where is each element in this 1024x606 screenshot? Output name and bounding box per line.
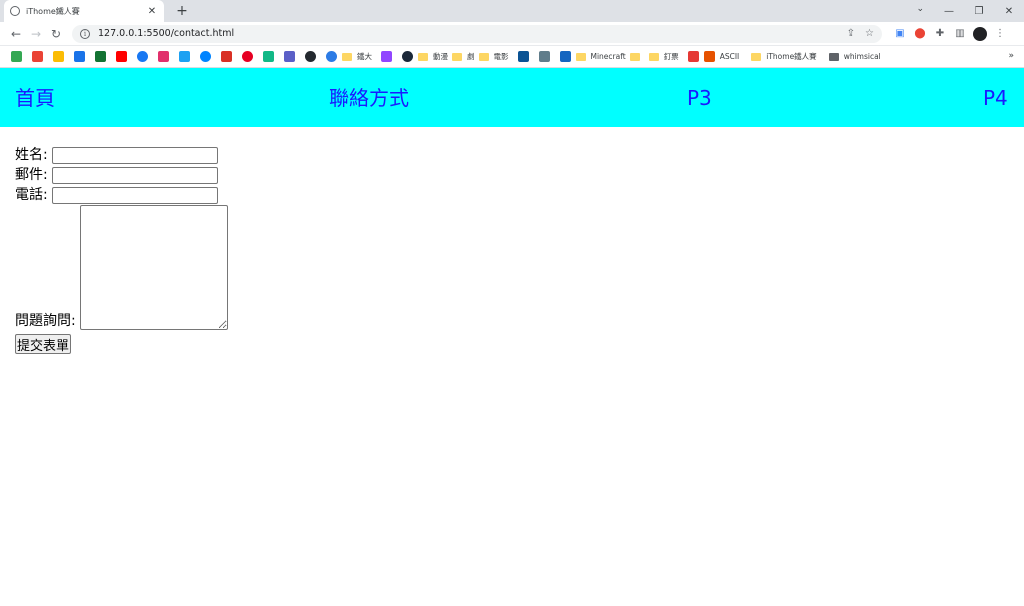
new-tab-button[interactable]: + bbox=[174, 2, 190, 20]
tab-strip: iThome鐵人賽 ✕ + ⌄ — ❐ ✕ bbox=[0, 0, 1024, 22]
question-row: 問題詢問: bbox=[15, 204, 228, 330]
url-text[interactable]: 127.0.0.1:5500/contact.html bbox=[98, 28, 837, 39]
phone-row: 電話: bbox=[15, 184, 228, 204]
browser-menu-icon[interactable]: ⋮ bbox=[990, 26, 1010, 42]
app4-bookmark-icon[interactable] bbox=[326, 51, 337, 62]
folder-icon bbox=[828, 52, 839, 61]
bookmark-folder[interactable]: iThome鐵人賽 bbox=[751, 51, 817, 62]
teams-bookmark-icon[interactable] bbox=[284, 51, 295, 62]
bookmark-folder[interactable]: 動漫 bbox=[418, 51, 448, 62]
app-bookmark-icon[interactable] bbox=[95, 51, 106, 62]
folder-icon bbox=[751, 52, 762, 61]
email-label: 郵件: bbox=[15, 167, 48, 183]
bookmark-folder[interactable]: 鐵大 bbox=[342, 51, 372, 62]
app3-bookmark-icon[interactable] bbox=[263, 51, 274, 62]
youtube-bookmark-icon[interactable] bbox=[116, 51, 127, 62]
folder-icon bbox=[575, 52, 586, 61]
app8-bookmark-icon[interactable] bbox=[687, 51, 699, 62]
reload-icon[interactable]: ↻ bbox=[46, 27, 66, 41]
bookmark-folder[interactable]: 釘票 bbox=[648, 51, 679, 62]
nav-p3-link[interactable]: P3 bbox=[687, 85, 712, 111]
globe-icon bbox=[10, 6, 20, 16]
app7-bookmark-icon[interactable] bbox=[559, 51, 571, 62]
ascii-icon bbox=[703, 51, 715, 62]
contact-form: 姓名: 郵件: 電話: 問題詢問: 提交表單 bbox=[15, 144, 228, 354]
site-nav: 首頁 聯絡方式 P3 P4 bbox=[0, 68, 1024, 127]
close-window-icon[interactable]: ✕ bbox=[994, 6, 1024, 17]
bookmark-folder[interactable]: 劇 bbox=[452, 51, 475, 62]
folder-icon bbox=[342, 52, 352, 61]
bookmark-label: 動漫 bbox=[433, 52, 448, 61]
twitch-bookmark-icon[interactable] bbox=[381, 51, 392, 62]
submit-button[interactable]: 提交表單 bbox=[15, 334, 72, 354]
github-bookmark-icon[interactable] bbox=[305, 51, 316, 62]
profile-avatar[interactable] bbox=[973, 26, 987, 41]
bookmark-label: 釘票 bbox=[663, 52, 679, 61]
tab-title: iThome鐵人賽 bbox=[26, 6, 80, 16]
back-icon[interactable]: ← bbox=[6, 27, 26, 41]
bookmark-label: whimsical bbox=[843, 52, 881, 61]
bookmarks-bar: 鐵大 動漫 劇 電影 Minecraft 釘票 ASCII iThome鐵人賽 … bbox=[0, 46, 1024, 68]
name-label: 姓名: bbox=[15, 147, 48, 163]
minimize-icon[interactable]: — bbox=[934, 6, 964, 17]
facebook-bookmark-icon[interactable] bbox=[137, 51, 148, 62]
question-textarea[interactable] bbox=[79, 205, 228, 330]
extensions-area: ▣ ⬤ ✚ ▥ ⋮ bbox=[890, 26, 1010, 42]
phone-input[interactable] bbox=[51, 187, 218, 204]
more-bookmarks-icon[interactable]: » bbox=[1008, 51, 1014, 61]
calendar-bookmark-icon[interactable] bbox=[74, 51, 85, 62]
close-tab-icon[interactable]: ✕ bbox=[146, 6, 158, 17]
bookmark-label: 劇 bbox=[467, 52, 475, 61]
app2-bookmark-icon[interactable] bbox=[221, 51, 232, 62]
forward-icon[interactable]: → bbox=[26, 27, 46, 41]
phone-label: 電話: bbox=[15, 187, 48, 203]
question-label: 問題詢問: bbox=[15, 313, 76, 329]
drive-bookmark-icon[interactable] bbox=[11, 51, 22, 62]
bookmark-label: 電影 bbox=[493, 52, 509, 61]
bookmark-label: Minecraft bbox=[590, 52, 626, 61]
folder-icon bbox=[648, 52, 659, 61]
slack-bookmark-icon[interactable] bbox=[53, 51, 64, 62]
folder-icon bbox=[418, 52, 428, 61]
gmail-bookmark-icon[interactable] bbox=[32, 51, 43, 62]
instagram-bookmark-icon[interactable] bbox=[158, 51, 169, 62]
nav-contact-link[interactable]: 聯絡方式 bbox=[329, 85, 409, 111]
bookmark-folder[interactable]: 電影 bbox=[478, 51, 509, 62]
bookmark-label: ASCII bbox=[719, 52, 740, 61]
bookmark-label: iThome鐵人賽 bbox=[766, 52, 817, 61]
messenger-bookmark-icon[interactable] bbox=[200, 51, 211, 62]
steam-bookmark-icon[interactable] bbox=[402, 51, 413, 62]
restore-icon[interactable]: ❐ bbox=[964, 6, 994, 17]
folder-icon bbox=[452, 52, 462, 61]
adblock-extension-icon[interactable]: ⬤ bbox=[910, 26, 930, 42]
translate-extension-icon[interactable]: ▣ bbox=[890, 26, 910, 42]
bookmark-folder[interactable]: Minecraft bbox=[575, 52, 626, 61]
browser-toolbar: ← → ↻ i 127.0.0.1:5500/contact.html ⇪ ☆ … bbox=[0, 22, 1024, 46]
bookmark-ascii[interactable]: ASCII bbox=[703, 51, 740, 62]
name-row: 姓名: bbox=[15, 144, 228, 164]
pinterest-bookmark-icon[interactable] bbox=[242, 51, 253, 62]
nav-home-link[interactable]: 首頁 bbox=[15, 85, 55, 111]
name-input[interactable] bbox=[51, 147, 218, 164]
tab-search-chevron-icon[interactable]: ⌄ bbox=[916, 4, 924, 14]
side-panel-icon[interactable]: ▥ bbox=[950, 26, 970, 42]
browser-tab[interactable]: iThome鐵人賽 ✕ bbox=[4, 0, 164, 22]
twitter-bookmark-icon[interactable] bbox=[179, 51, 190, 62]
address-bar[interactable]: i 127.0.0.1:5500/contact.html ⇪ ☆ bbox=[72, 24, 882, 43]
site-info-icon[interactable]: i bbox=[80, 28, 90, 39]
extensions-puzzle-icon[interactable]: ✚ bbox=[930, 26, 950, 42]
share-icon[interactable]: ⇪ bbox=[847, 28, 855, 39]
nav-p4-link[interactable]: P4 bbox=[983, 85, 1008, 111]
folder-icon bbox=[629, 52, 640, 61]
app6-bookmark-icon[interactable] bbox=[538, 51, 550, 62]
bookmark-label: 鐵大 bbox=[357, 52, 372, 61]
bookmark-star-icon[interactable]: ☆ bbox=[865, 28, 874, 39]
bookmark-folder[interactable] bbox=[629, 52, 645, 61]
email-input[interactable] bbox=[51, 167, 218, 184]
app5-bookmark-icon[interactable] bbox=[517, 51, 529, 62]
bookmark-folder[interactable]: whimsical bbox=[828, 52, 881, 61]
window-controls: — ❐ ✕ bbox=[934, 0, 1024, 22]
folder-icon bbox=[478, 52, 489, 61]
email-row: 郵件: bbox=[15, 164, 228, 184]
